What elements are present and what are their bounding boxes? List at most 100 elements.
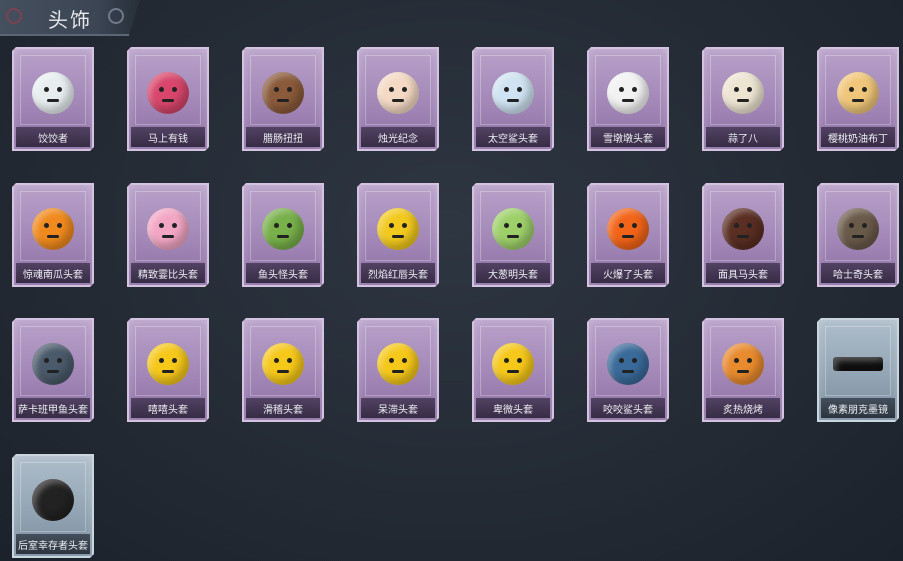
ornament-icon xyxy=(108,8,124,24)
headwear-item[interactable]: 萨卡班甲鱼头套 xyxy=(12,318,94,422)
horse-mask-head-icon xyxy=(717,203,769,255)
item-label: 像素朋克墨镜 xyxy=(828,404,888,416)
headwear-card[interactable]: 哈士奇头套 xyxy=(817,183,899,287)
headwear-item[interactable]: 滑稽头套 xyxy=(242,318,324,422)
headwear-item[interactable]: 樱桃奶油布丁 xyxy=(817,47,899,151)
item-label: 大葱明头套 xyxy=(488,269,538,281)
headwear-item[interactable]: 鱼头怪头套 xyxy=(242,183,324,287)
item-label-bar: 精致霎比头套 xyxy=(131,263,205,283)
headwear-item[interactable]: 面具马头套 xyxy=(702,183,784,287)
headwear-card[interactable]: 腊肠扭扭 xyxy=(242,47,324,151)
item-label-bar: 面具马头套 xyxy=(706,263,780,283)
headwear-item[interactable]: 惊魂南瓜头套 xyxy=(12,183,94,287)
headwear-item[interactable]: 嘻嘻头套 xyxy=(127,318,209,422)
headwear-card[interactable]: 雪墩墩头套 xyxy=(587,47,669,151)
item-label-bar: 卑微头套 xyxy=(476,398,550,418)
headwear-item[interactable]: 炙热烧烤 xyxy=(702,318,784,422)
pink-pig-head-icon xyxy=(142,203,194,255)
item-label: 烛光纪念 xyxy=(378,133,418,145)
headwear-card[interactable]: 滑稽头套 xyxy=(242,318,324,422)
headwear-item[interactable]: 像素朋克墨镜 xyxy=(817,318,899,422)
item-label: 火爆了头套 xyxy=(603,269,653,281)
pudding-head-icon xyxy=(832,67,884,119)
headwear-card[interactable]: 太空鲨头套 xyxy=(472,47,554,151)
headwear-card[interactable]: 惊魂南瓜头套 xyxy=(12,183,94,287)
horse-head-icon xyxy=(142,67,194,119)
item-label: 面具马头套 xyxy=(718,269,768,281)
scallion-head-icon xyxy=(487,203,539,255)
headwear-card[interactable]: 饺饺者 xyxy=(12,47,94,151)
item-label-bar: 蒜了八 xyxy=(706,127,780,147)
headwear-item[interactable]: 火爆了头套 xyxy=(587,183,669,287)
headwear-item[interactable]: 烈焰红唇头套 xyxy=(357,183,439,287)
headwear-card[interactable]: 樱桃奶油布丁 xyxy=(817,47,899,151)
headwear-card[interactable]: 大葱明头套 xyxy=(472,183,554,287)
item-label: 马上有钱 xyxy=(148,133,188,145)
headwear-item[interactable]: 腊肠扭扭 xyxy=(242,47,324,151)
item-label-bar: 大葱明头套 xyxy=(476,263,550,283)
ornament-icon xyxy=(6,8,22,24)
item-label-bar: 哈士奇头套 xyxy=(821,263,895,283)
headwear-card[interactable]: 嘻嘻头套 xyxy=(127,318,209,422)
headwear-card[interactable]: 卑微头套 xyxy=(472,318,554,422)
headwear-card[interactable]: 咬咬鲨头套 xyxy=(587,318,669,422)
item-label-bar: 雪墩墩头套 xyxy=(591,127,665,147)
headwear-item[interactable]: 雪墩墩头套 xyxy=(587,47,669,151)
item-label: 炙热烧烤 xyxy=(723,404,763,416)
funny-emoji-head-icon xyxy=(257,338,309,390)
item-label: 樱桃奶油布丁 xyxy=(828,133,888,145)
headwear-card[interactable]: 蒜了八 xyxy=(702,47,784,151)
headwear-card[interactable]: 火爆了头套 xyxy=(587,183,669,287)
item-label-bar: 嘻嘻头套 xyxy=(131,398,205,418)
bbq-toast-head-icon xyxy=(717,338,769,390)
headwear-card[interactable]: 面具马头套 xyxy=(702,183,784,287)
item-label: 饺饺者 xyxy=(38,133,68,145)
item-label: 精致霎比头套 xyxy=(138,269,198,281)
headwear-item[interactable]: 马上有钱 xyxy=(127,47,209,151)
headwear-card[interactable]: 鱼头怪头套 xyxy=(242,183,324,287)
item-label-bar: 咬咬鲨头套 xyxy=(591,398,665,418)
item-label: 烈焰红唇头套 xyxy=(368,269,428,281)
item-label-bar: 呆滞头套 xyxy=(361,398,435,418)
item-label-bar: 烛光纪念 xyxy=(361,127,435,147)
item-label-bar: 腊肠扭扭 xyxy=(246,127,320,147)
headwear-card[interactable]: 后室幸存者头套 xyxy=(12,454,94,558)
dumpling-head-icon xyxy=(27,67,79,119)
headwear-card[interactable]: 炙热烧烤 xyxy=(702,318,784,422)
headwear-card[interactable]: 烛光纪念 xyxy=(357,47,439,151)
fire-head-icon xyxy=(602,203,654,255)
item-label: 萨卡班甲鱼头套 xyxy=(18,404,88,416)
headwear-item[interactable]: 卑微头套 xyxy=(472,318,554,422)
item-label-bar: 太空鲨头套 xyxy=(476,127,550,147)
headwear-card[interactable]: 萨卡班甲鱼头套 xyxy=(12,318,94,422)
item-label: 后室幸存者头套 xyxy=(18,540,88,552)
headwear-card[interactable]: 像素朋克墨镜 xyxy=(817,318,899,422)
headwear-item[interactable]: 呆滞头套 xyxy=(357,318,439,422)
headwear-item[interactable]: 后室幸存者头套 xyxy=(12,454,94,558)
headwear-item[interactable]: 精致霎比头套 xyxy=(127,183,209,287)
headwear-item[interactable]: 咬咬鲨头套 xyxy=(587,318,669,422)
garlic-head-icon xyxy=(717,67,769,119)
item-label: 太空鲨头套 xyxy=(488,133,538,145)
headwear-item[interactable]: 烛光纪念 xyxy=(357,47,439,151)
item-label: 呆滞头套 xyxy=(378,404,418,416)
item-label: 蒜了八 xyxy=(728,133,758,145)
headwear-card[interactable]: 马上有钱 xyxy=(127,47,209,151)
item-label: 滑稽头套 xyxy=(263,404,303,416)
whale-fish-head-icon xyxy=(27,338,79,390)
headwear-item[interactable]: 蒜了八 xyxy=(702,47,784,151)
headwear-item[interactable]: 太空鲨头套 xyxy=(472,47,554,151)
headwear-item[interactable]: 哈士奇头套 xyxy=(817,183,899,287)
item-label-bar: 樱桃奶油布丁 xyxy=(821,127,895,147)
space-shark-head-icon xyxy=(487,67,539,119)
item-label-bar: 惊魂南瓜头套 xyxy=(16,263,90,283)
item-label-bar: 像素朋克墨镜 xyxy=(821,398,895,418)
headwear-item[interactable]: 大葱明头套 xyxy=(472,183,554,287)
headwear-card[interactable]: 烈焰红唇头套 xyxy=(357,183,439,287)
headwear-card[interactable]: 精致霎比头套 xyxy=(127,183,209,287)
headwear-card[interactable]: 呆滞头套 xyxy=(357,318,439,422)
item-label: 鱼头怪头套 xyxy=(258,269,308,281)
item-label-bar: 滑稽头套 xyxy=(246,398,320,418)
husky-head-icon xyxy=(832,203,884,255)
headwear-item[interactable]: 饺饺者 xyxy=(12,47,94,151)
